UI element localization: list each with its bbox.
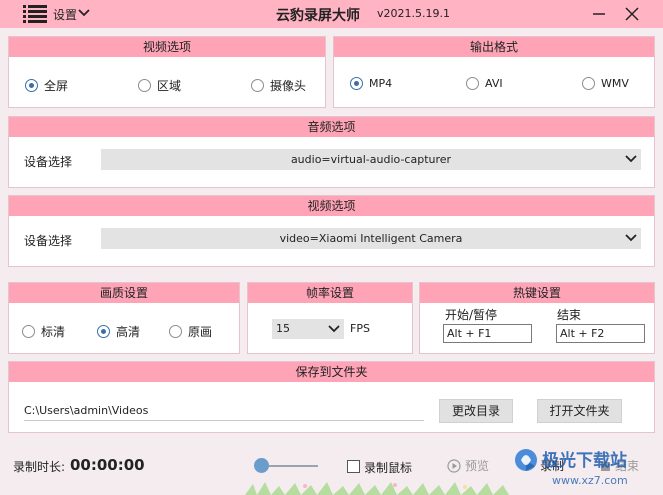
audio-device-select[interactable]: audio=virtual-audio-capturer bbox=[101, 149, 641, 170]
path-underline bbox=[24, 420, 424, 421]
duration-timer: 00:00:00 bbox=[70, 456, 145, 474]
chevron-down-icon[interactable] bbox=[78, 8, 90, 18]
radio-original[interactable]: 原画 bbox=[169, 323, 212, 340]
app-version: v2021.5.19.1 bbox=[377, 7, 450, 20]
change-directory-button[interactable]: 更改目录 bbox=[439, 399, 513, 423]
radio-dot[interactable] bbox=[22, 325, 35, 338]
save-folder-header: 保存到文件夹 bbox=[9, 362, 654, 382]
audio-options-header: 音频选项 bbox=[9, 117, 654, 137]
radio-dot[interactable] bbox=[350, 77, 363, 90]
play-circle-icon bbox=[447, 459, 461, 473]
hotkeys-panel: 热键设置 开始/暂停 Alt + F1 结束 Alt + F2 bbox=[419, 282, 655, 354]
end-hotkey-input[interactable]: Alt + F2 bbox=[556, 324, 645, 343]
radio-dot[interactable] bbox=[25, 79, 38, 92]
radio-hd[interactable]: 高清 bbox=[97, 323, 140, 340]
framerate-panel: 帧率设置 15 FPS bbox=[247, 282, 413, 354]
radio-sd[interactable]: 标清 bbox=[22, 323, 65, 340]
radio-wmv[interactable]: WMV bbox=[582, 77, 629, 90]
audio-device-label: 设备选择 bbox=[24, 155, 73, 169]
video-options-header: 视频选项 bbox=[9, 37, 325, 57]
radio-avi[interactable]: AVI bbox=[466, 77, 503, 90]
hotkeys-header: 热键设置 bbox=[420, 283, 654, 303]
video-device-panel: 视频选项 设备选择 video=Xiaomi Intelligent Camer… bbox=[8, 195, 655, 267]
radio-dot[interactable] bbox=[251, 79, 264, 92]
audio-options-panel: 音频选项 设备选择 audio=virtual-audio-capturer bbox=[8, 116, 655, 188]
end-label: 结束 bbox=[557, 308, 582, 322]
duration-label: 录制时长: bbox=[13, 460, 66, 474]
settings-menu-label[interactable]: 设置 bbox=[53, 6, 77, 23]
framerate-header: 帧率设置 bbox=[248, 283, 412, 303]
save-folder-panel: 保存到文件夹 C:\Users\admin\Videos 更改目录 打开文件夹 bbox=[8, 361, 655, 433]
output-format-panel: 输出格式 MP4 AVI WMV bbox=[333, 36, 655, 108]
radio-region[interactable]: 区域 bbox=[138, 77, 181, 94]
output-format-header: 输出格式 bbox=[334, 37, 654, 57]
chevron-down-icon[interactable] bbox=[328, 324, 340, 334]
record-mouse-label: 录制鼠标 bbox=[364, 461, 413, 475]
video-device-header: 视频选项 bbox=[9, 196, 654, 216]
app-title: 云豹录屏大师 bbox=[276, 8, 360, 24]
quality-header: 画质设置 bbox=[9, 283, 239, 303]
fps-unit-label: FPS bbox=[350, 322, 370, 335]
chevron-down-icon[interactable] bbox=[625, 233, 637, 243]
menu-icon[interactable] bbox=[23, 4, 47, 23]
radio-dot[interactable] bbox=[582, 77, 595, 90]
watermark-name: 极光下载站 bbox=[542, 450, 627, 471]
close-button[interactable] bbox=[617, 0, 647, 28]
radio-mp4[interactable]: MP4 bbox=[350, 77, 392, 90]
open-folder-button[interactable]: 打开文件夹 bbox=[537, 399, 622, 423]
radio-dot[interactable] bbox=[138, 79, 151, 92]
save-path[interactable]: C:\Users\admin\Videos bbox=[24, 404, 148, 417]
framerate-select[interactable]: 15 bbox=[272, 319, 344, 339]
radio-dot[interactable] bbox=[466, 77, 479, 90]
video-options-panel: 视频选项 全屏 区域 摄像头 bbox=[8, 36, 326, 108]
radio-dot[interactable] bbox=[169, 325, 182, 338]
chevron-down-icon[interactable] bbox=[625, 154, 637, 164]
radio-dot[interactable] bbox=[97, 325, 110, 338]
grass-decoration bbox=[245, 482, 509, 495]
preview-button[interactable]: 预览 bbox=[447, 455, 489, 477]
quality-panel: 画质设置 标清 高清 原画 bbox=[8, 282, 240, 354]
video-device-label: 设备选择 bbox=[24, 234, 73, 248]
record-mouse-checkbox[interactable] bbox=[347, 460, 360, 473]
volume-slider-handle[interactable] bbox=[254, 458, 269, 473]
title-bar: 设置 云豹录屏大师 v2021.5.19.1 bbox=[0, 0, 663, 28]
start-pause-label: 开始/暂停 bbox=[445, 308, 498, 322]
video-device-select[interactable]: video=Xiaomi Intelligent Camera bbox=[101, 228, 641, 249]
radio-fullscreen[interactable]: 全屏 bbox=[25, 77, 68, 94]
radio-camera[interactable]: 摄像头 bbox=[251, 77, 306, 94]
minimize-button[interactable] bbox=[584, 0, 614, 28]
watermark-url: www.xz7.com bbox=[552, 474, 628, 487]
start-pause-hotkey-input[interactable]: Alt + F1 bbox=[443, 324, 532, 343]
site-watermark: 极光下载站 www.xz7.com bbox=[515, 449, 628, 487]
